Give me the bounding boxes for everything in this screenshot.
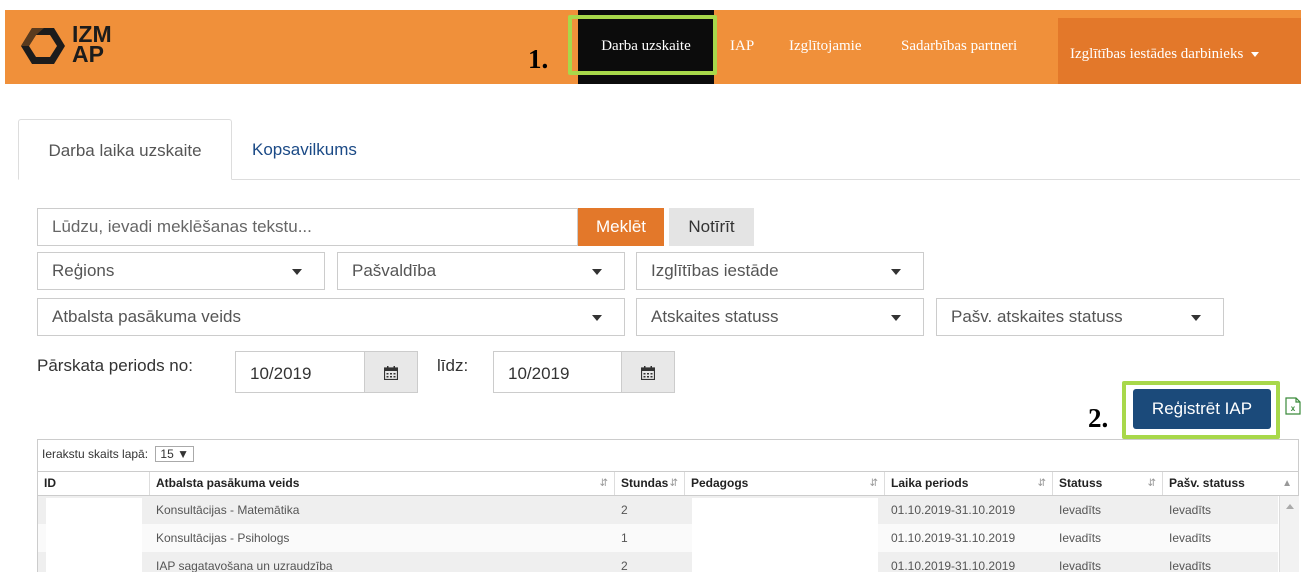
- cell-hours: 2: [621, 559, 628, 572]
- cell-municipal-status: Ievadīts: [1169, 503, 1212, 517]
- annotation-marker-1: 1.: [528, 44, 549, 74]
- search-button[interactable]: Meklēt: [578, 208, 664, 246]
- chevron-down-icon: [1251, 52, 1260, 58]
- chevron-down-icon: [592, 269, 602, 275]
- municipality-select-value: Pašvaldība: [352, 261, 437, 280]
- cell-status: Ievadīts: [1059, 503, 1102, 517]
- report-status-select[interactable]: Atskaites statuss: [636, 298, 924, 336]
- support-type-select[interactable]: Atbalsta pasākuma veids: [37, 298, 625, 336]
- cell-teacher: [685, 496, 691, 524]
- excel-icon[interactable]: x: [1285, 397, 1301, 415]
- column-header-type[interactable]: Atbalsta pasākuma veids ⇵: [150, 472, 615, 495]
- column-header-municipal-status[interactable]: Pašv. statuss ▲: [1163, 472, 1298, 495]
- cell-type: IAP sagatavošana un uzraudzība: [156, 559, 333, 572]
- logo[interactable]: IZM AP: [20, 22, 130, 72]
- cell-period: 01.10.2019-31.10.2019: [891, 503, 1016, 517]
- institution-select-value: Izglītības iestāde: [651, 261, 779, 280]
- page-size-select[interactable]: 15 ▼: [155, 446, 194, 462]
- period-from-input[interactable]: 10/2019: [235, 351, 365, 393]
- calendar-icon[interactable]: [621, 351, 675, 393]
- nav-item-iap[interactable]: IAP: [730, 10, 754, 84]
- period-to-input[interactable]: 10/2019: [493, 351, 623, 393]
- search-input[interactable]: Lūdzu, ievadi meklēšanas tekstu...: [37, 208, 578, 246]
- cell-period: 01.10.2019-31.10.2019: [891, 531, 1016, 545]
- clear-button[interactable]: Notīrīt: [669, 208, 754, 246]
- cell-period: 01.10.2019-31.10.2019: [891, 559, 1016, 572]
- cell-municipal-status: Ievadīts: [1169, 531, 1212, 545]
- cell-status: Ievadīts: [1059, 531, 1102, 545]
- page-size-control: Ierakstu skaits lapā: 15 ▼: [42, 446, 194, 462]
- chevron-down-icon: [1191, 315, 1201, 321]
- calendar-icon[interactable]: [364, 351, 418, 393]
- municipality-select[interactable]: Pašvaldība: [337, 252, 625, 290]
- cell-id: [38, 496, 44, 524]
- page-size-value: 15: [160, 447, 174, 461]
- table-row[interactable]: Konsultācijas - Psihologs 1 01.10.2019-3…: [38, 524, 1278, 552]
- column-header-hours[interactable]: Stundas ⇵: [615, 472, 685, 495]
- nav-item-sadarbibas-partneri[interactable]: Sadarbības partneri: [901, 10, 1017, 84]
- user-menu-label: Izglītības iestādes darbinieks: [1070, 46, 1244, 62]
- svg-text:x: x: [1291, 404, 1296, 413]
- report-status-select-value: Atskaites statuss: [651, 307, 779, 326]
- support-type-select-value: Atbalsta pasākuma veids: [52, 307, 241, 326]
- table-scrollbar[interactable]: [1279, 496, 1299, 572]
- cell-hours: 1: [621, 531, 628, 545]
- tab-darba-laika-uzskaite[interactable]: Darba laika uzskaite: [18, 119, 232, 180]
- sort-asc-icon: ▲: [1282, 478, 1292, 489]
- column-header-teacher[interactable]: Pedagogs ⇵: [685, 472, 885, 495]
- highlight-box-1: [568, 15, 717, 75]
- table-row[interactable]: Konsultācijas - Matemātika 2 01.10.2019-…: [38, 496, 1278, 524]
- cell-municipal-status: Ievadīts: [1169, 559, 1212, 572]
- period-to-label: līdz:: [437, 356, 469, 375]
- sort-icon: ⇵: [869, 478, 878, 489]
- cell-hours: 2: [621, 503, 628, 517]
- cell-type: Konsultācijas - Psihologs: [156, 531, 290, 545]
- municipal-status-select-value: Pašv. atskaites statuss: [951, 307, 1123, 326]
- chevron-down-icon: [891, 315, 901, 321]
- chevron-down-icon: [592, 315, 602, 321]
- chevron-down-icon: [891, 269, 901, 275]
- logo-line2: AP: [72, 41, 104, 67]
- cell-teacher: [685, 552, 691, 572]
- sort-icon: ⇵: [1037, 478, 1046, 489]
- logo-icon: [21, 28, 65, 64]
- sort-icon: ⇵: [599, 478, 608, 489]
- nav-item-izglitojamie[interactable]: Izglītojamie: [789, 10, 861, 84]
- column-header-period[interactable]: Laika periods ⇵: [885, 472, 1053, 495]
- table-header: ID Atbalsta pasākuma veids ⇵ Stundas ⇵ Ped…: [38, 471, 1298, 496]
- cell-status: Ievadīts: [1059, 559, 1102, 572]
- column-header-status[interactable]: Statuss ⇵: [1053, 472, 1163, 495]
- register-iap-button[interactable]: Reģistrēt IAP: [1133, 389, 1271, 429]
- column-header-id[interactable]: ID: [38, 472, 150, 495]
- annotation-marker-2: 2.: [1088, 403, 1109, 433]
- sort-icon: ⇵: [669, 478, 678, 489]
- user-menu[interactable]: Izglītības iestādes darbinieks: [1058, 18, 1301, 84]
- redacted-id-block: [46, 498, 142, 572]
- scroll-up-icon[interactable]: [1286, 504, 1294, 509]
- cell-type: Konsultācijas - Matemātika: [156, 503, 300, 517]
- cell-id: [38, 524, 44, 552]
- table-row[interactable]: IAP sagatavošana un uzraudzība 2 01.10.2…: [38, 552, 1278, 572]
- institution-select[interactable]: Izglītības iestāde: [636, 252, 924, 290]
- region-select-value: Reģions: [52, 261, 115, 280]
- page-size-label: Ierakstu skaits lapā:: [42, 447, 149, 461]
- cell-teacher: [685, 524, 691, 552]
- municipal-status-select[interactable]: Pašv. atskaites statuss: [936, 298, 1224, 336]
- redacted-teacher-block: [692, 498, 878, 572]
- sort-icon: ⇵: [1147, 478, 1156, 489]
- chevron-down-icon: [292, 269, 302, 275]
- period-from-label: Pārskata periods no:: [37, 356, 193, 375]
- tab-kopsavilkums[interactable]: Kopsavilkums: [252, 119, 357, 180]
- cell-id: [38, 552, 44, 572]
- region-select[interactable]: Reģions: [37, 252, 325, 290]
- logo-text: IZM AP: [72, 23, 112, 67]
- records-table: Ierakstu skaits lapā: 15 ▼ ID Atbalsta p…: [37, 439, 1299, 572]
